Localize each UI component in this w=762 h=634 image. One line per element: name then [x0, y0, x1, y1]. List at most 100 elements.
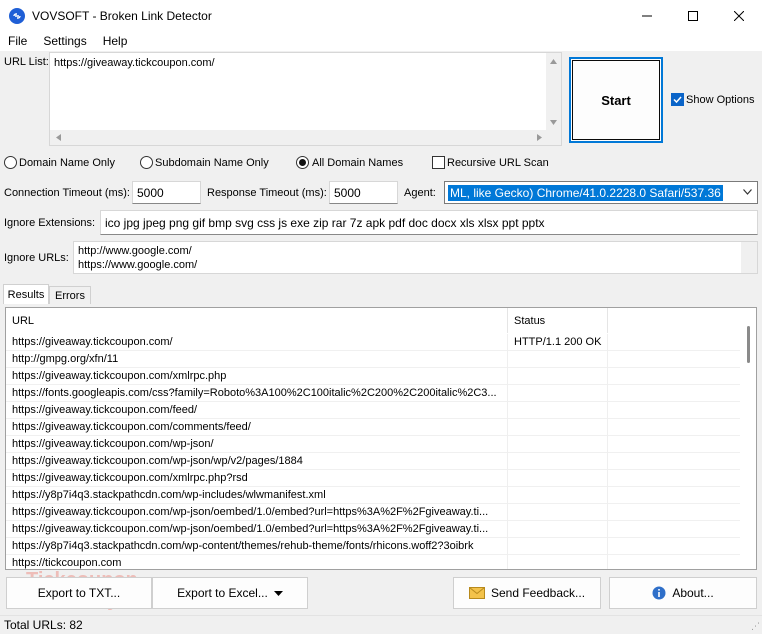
connection-timeout-label: Connection Timeout (ms): [4, 187, 130, 199]
cell-status [508, 367, 608, 385]
ignore-urls-input[interactable]: http://www.google.com/ https://www.googl… [73, 241, 758, 274]
start-button[interactable]: Start [569, 57, 663, 143]
tab-results[interactable]: Results [3, 284, 49, 304]
cell-status [508, 554, 608, 569]
column-status-header[interactable]: Status [508, 308, 608, 333]
checkmark-icon [673, 96, 682, 104]
app-link-icon [9, 7, 25, 24]
ignore-url-line: https://www.google.com/ [78, 259, 198, 271]
window-title: VOVSOFT - Broken Link Detector [32, 8, 212, 23]
results-list[interactable]: URL Status https://giveaway.tickcoupon.c… [5, 307, 757, 570]
cell-url: https://giveaway.tickcoupon.com/wp-json/… [6, 452, 508, 470]
scroll-thumb[interactable] [747, 326, 750, 363]
ignore-urls-vscroll[interactable] [741, 242, 757, 273]
scroll-left-icon [56, 134, 61, 141]
table-row[interactable]: https://giveaway.tickcoupon.com/wp-json/… [6, 520, 741, 538]
table-row[interactable]: https://giveaway.tickcoupon.com/comments… [6, 418, 741, 436]
cell-url: https://y8p7i4q3.stackpathcdn.com/wp-inc… [6, 486, 508, 504]
url-list-label: URL List: [4, 56, 49, 68]
response-timeout-input[interactable]: 5000 [329, 181, 398, 204]
close-icon[interactable] [716, 0, 762, 31]
about-label: About... [672, 586, 714, 600]
url-list-hscroll[interactable] [50, 130, 548, 145]
cell-url: https://tickcoupon.com [6, 554, 508, 569]
table-row[interactable]: https://y8p7i4q3.stackpathcdn.com/wp-inc… [6, 486, 741, 504]
resize-grip-icon[interactable]: ⋰ [751, 621, 760, 632]
send-feedback-label: Send Feedback... [490, 586, 586, 600]
subdomain-only-radio[interactable] [140, 156, 153, 169]
table-row[interactable]: https://y8p7i4q3.stackpathcdn.com/wp-con… [6, 537, 741, 555]
info-icon [652, 586, 666, 600]
show-options-checkbox[interactable] [671, 93, 684, 106]
agent-value: ML, like Gecko) Chrome/41.0.2228.0 Safar… [448, 185, 723, 201]
all-domains-radio[interactable] [296, 156, 309, 169]
connection-timeout-input[interactable]: 5000 [132, 181, 201, 204]
cell-url: https://giveaway.tickcoupon.com/ [6, 333, 508, 351]
cell-status [508, 384, 608, 402]
cell-status [508, 435, 608, 453]
menu-settings[interactable]: Settings [35, 34, 94, 48]
url-list-input[interactable]: https://giveaway.tickcoupon.com/ [49, 52, 562, 146]
cell-url: https://giveaway.tickcoupon.com/comments… [6, 418, 508, 436]
title-bar: VOVSOFT - Broken Link Detector [0, 0, 762, 31]
scroll-right-icon [537, 134, 542, 141]
subdomain-only-label: Subdomain Name Only [155, 157, 269, 169]
table-row[interactable]: https://giveaway.tickcoupon.com/wp-json/… [6, 503, 741, 521]
chevron-down-icon[interactable] [743, 189, 752, 195]
cell-url: https://giveaway.tickcoupon.com/wp-json/… [6, 520, 508, 538]
cell-url: https://giveaway.tickcoupon.com/xmlrpc.p… [6, 367, 508, 385]
response-timeout-label: Response Timeout (ms): [207, 187, 327, 199]
cell-url: https://giveaway.tickcoupon.com/xmlrpc.p… [6, 469, 508, 487]
domain-only-radio[interactable] [4, 156, 17, 169]
table-row[interactable]: https://giveaway.tickcoupon.com/wp-json/… [6, 452, 741, 470]
scroll-up-icon [550, 59, 557, 64]
cell-url: https://y8p7i4q3.stackpathcdn.com/wp-con… [6, 537, 508, 555]
url-list-value: https://giveaway.tickcoupon.com/ [54, 57, 215, 69]
agent-label: Agent: [404, 187, 436, 199]
table-row[interactable]: https://giveaway.tickcoupon.com/wp-json/ [6, 435, 741, 453]
cell-url: https://giveaway.tickcoupon.com/wp-json/ [6, 435, 508, 453]
maximize-icon[interactable] [670, 0, 716, 31]
export-excel-label: Export to Excel... [177, 586, 268, 600]
tab-errors[interactable]: Errors [49, 286, 91, 304]
export-txt-button[interactable]: Export to TXT... [6, 577, 152, 609]
about-button[interactable]: About... [609, 577, 757, 609]
cell-status [508, 418, 608, 436]
table-row[interactable]: https://giveaway.tickcoupon.com/feed/ [6, 401, 741, 419]
all-domains-label: All Domain Names [312, 157, 404, 169]
menu-help[interactable]: Help [95, 34, 136, 48]
results-vscroll[interactable] [740, 308, 756, 569]
table-row[interactable]: http://gmpg.org/xfn/11 [6, 350, 741, 368]
cell-status: HTTP/1.1 200 OK [508, 333, 608, 351]
table-row[interactable]: https://giveaway.tickcoupon.com/HTTP/1.1… [6, 333, 741, 351]
cell-status [508, 401, 608, 419]
agent-combobox[interactable]: ML, like Gecko) Chrome/41.0.2228.0 Safar… [444, 181, 758, 204]
cell-url: https://giveaway.tickcoupon.com/feed/ [6, 401, 508, 419]
ignore-extensions-input[interactable]: ico jpg jpeg png gif bmp svg css js exe … [100, 210, 758, 235]
table-row[interactable]: https://giveaway.tickcoupon.com/xmlrpc.p… [6, 367, 741, 385]
minimize-icon[interactable] [624, 0, 670, 31]
cell-status [508, 452, 608, 470]
show-options-label: Show Options [686, 94, 755, 106]
cell-url: https://giveaway.tickcoupon.com/wp-json/… [6, 503, 508, 521]
export-txt-label: Export to TXT... [37, 586, 121, 600]
url-list-vscroll[interactable] [546, 53, 561, 131]
total-urls-text: Total URLs: 82 [4, 618, 83, 632]
domain-only-label: Domain Name Only [19, 157, 115, 169]
send-feedback-button[interactable]: Send Feedback... [453, 577, 601, 609]
export-excel-button[interactable]: Export to Excel... [152, 577, 308, 609]
recursive-scan-checkbox[interactable] [432, 156, 445, 169]
cell-status [508, 486, 608, 504]
cell-status [508, 503, 608, 521]
column-url-header[interactable]: URL [6, 308, 508, 333]
menu-file[interactable]: File [0, 34, 35, 48]
cell-status [508, 350, 608, 368]
table-row[interactable]: https://giveaway.tickcoupon.com/xmlrpc.p… [6, 469, 741, 487]
table-row[interactable]: https://fonts.googleapis.com/css?family=… [6, 384, 741, 402]
menu-bar: File Settings Help [0, 31, 762, 51]
cell-status [508, 537, 608, 555]
envelope-icon [468, 587, 485, 599]
dropdown-arrow-icon [273, 590, 283, 596]
ignore-url-line: http://www.google.com/ [78, 245, 192, 257]
table-row[interactable]: https://tickcoupon.com [6, 554, 741, 569]
